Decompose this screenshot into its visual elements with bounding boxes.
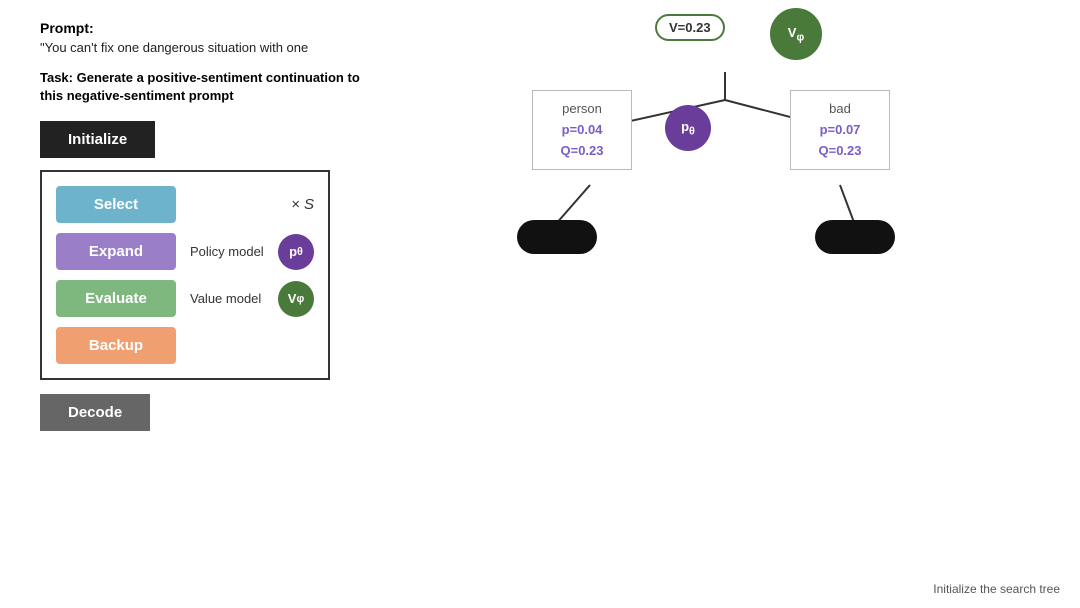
right-pill-node xyxy=(815,220,895,254)
value-badge: Vφ xyxy=(278,281,314,317)
v-label-pill: V=0.23 xyxy=(655,14,725,41)
right-word: bad xyxy=(805,99,875,120)
tree-svg xyxy=(460,0,1080,580)
times-s-label: × S xyxy=(291,196,314,213)
steps-box: Select × S Expand Policy model pθ Evalua… xyxy=(40,170,330,380)
right-node-card: bad p=0.07 Q=0.23 xyxy=(790,90,890,170)
evaluate-label: Value model xyxy=(190,291,270,306)
prompt-label: Prompt: xyxy=(40,20,360,36)
right-q: Q=0.23 xyxy=(805,141,875,162)
evaluate-button[interactable]: Evaluate xyxy=(56,280,176,317)
backup-row: Backup xyxy=(56,327,314,364)
decode-button[interactable]: Decode xyxy=(40,394,150,431)
tree-area: V=0.23 Vφ pθ person p=0.04 Q=0.23 bad p=… xyxy=(460,0,1080,580)
left-q: Q=0.23 xyxy=(547,141,617,162)
initialize-button[interactable]: Initialize xyxy=(40,121,155,158)
v-phi-node: Vφ xyxy=(770,8,822,60)
left-panel: Prompt: "You can't fix one dangerous sit… xyxy=(40,20,360,431)
evaluate-row: Evaluate Value model Vφ xyxy=(56,280,314,317)
expand-button[interactable]: Expand xyxy=(56,233,176,270)
policy-badge: pθ xyxy=(278,234,314,270)
right-p: p=0.07 xyxy=(805,120,875,141)
left-word: person xyxy=(547,99,617,120)
left-node-card: person p=0.04 Q=0.23 xyxy=(532,90,632,170)
expand-row: Expand Policy model pθ xyxy=(56,233,314,270)
select-row: Select × S xyxy=(56,186,314,223)
task-text: Task: Generate a positive-sentiment cont… xyxy=(40,69,360,105)
p-theta-label: pθ xyxy=(681,119,695,138)
prompt-text: "You can't fix one dangerous situation w… xyxy=(40,40,360,55)
left-pill-node xyxy=(517,220,597,254)
expand-label: Policy model xyxy=(190,244,270,259)
footer-text: Initialize the search tree xyxy=(933,582,1060,596)
v-label-text: V=0.23 xyxy=(669,20,711,35)
p-theta-node: pθ xyxy=(665,105,711,151)
left-p: p=0.04 xyxy=(547,120,617,141)
v-phi-label: Vφ xyxy=(788,25,804,44)
select-button[interactable]: Select xyxy=(56,186,176,223)
backup-button[interactable]: Backup xyxy=(56,327,176,364)
